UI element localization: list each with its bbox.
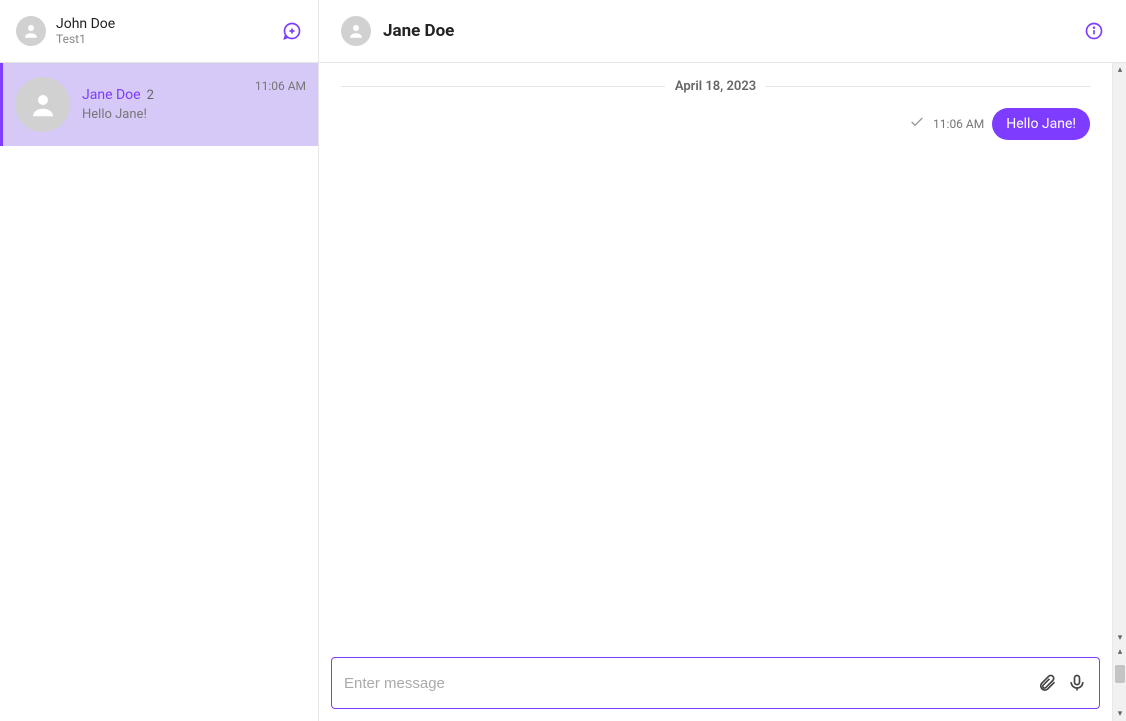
person-icon: [28, 90, 58, 120]
chat-header: Jane Doe: [319, 0, 1126, 63]
scroll-up-arrow[interactable]: ▴: [1113, 63, 1126, 77]
conversation-preview: Hello Jane!: [82, 107, 255, 122]
sidebar: John Doe Test1 Jane Doe 2 Hello Jane!: [0, 0, 319, 721]
new-chat-icon: [282, 21, 302, 41]
conversation-list[interactable]: Jane Doe 2 Hello Jane! 11:06 AM: [0, 63, 318, 721]
person-icon: [347, 22, 365, 40]
scroll-down-arrow[interactable]: ▾: [1113, 631, 1126, 645]
scroll-up-arrow[interactable]: ▴: [1113, 645, 1126, 659]
conversation-body: Jane Doe 2 Hello Jane!: [82, 87, 255, 122]
messages-area[interactable]: April 18, 2023 11:06 AM Hello Jane!: [319, 63, 1112, 645]
message-input[interactable]: [344, 675, 1027, 692]
conversation-item[interactable]: Jane Doe 2 Hello Jane! 11:06 AM: [0, 63, 318, 146]
attach-button[interactable]: [1037, 673, 1057, 693]
date-divider: April 18, 2023: [341, 79, 1090, 94]
message-time: 11:06 AM: [933, 117, 984, 131]
sidebar-header: John Doe Test1: [0, 0, 318, 63]
chat-avatar[interactable]: [341, 16, 371, 46]
composer: [319, 645, 1112, 721]
conversation-time: 11:06 AM: [255, 79, 306, 93]
conversation-avatar: [15, 77, 70, 132]
messages-scrollbar[interactable]: ▴ ▾: [1112, 63, 1126, 645]
info-icon: [1084, 21, 1104, 41]
mic-button[interactable]: [1067, 673, 1087, 693]
person-icon: [22, 22, 40, 40]
info-button[interactable]: [1084, 21, 1104, 41]
user-avatar[interactable]: [16, 16, 46, 46]
message-row: 11:06 AM Hello Jane!: [341, 108, 1090, 140]
composer-scrollbar[interactable]: ▴ ▾: [1112, 645, 1126, 721]
conversation-unread-count: 2: [147, 88, 154, 103]
mic-icon: [1067, 673, 1087, 693]
sidebar-user-name: John Doe: [56, 16, 282, 32]
message-bubble[interactable]: Hello Jane!: [992, 108, 1090, 140]
sidebar-org-name: Test1: [56, 32, 282, 46]
conversation-name: Jane Doe: [82, 87, 141, 103]
read-receipt-icon: [909, 114, 925, 134]
composer-box[interactable]: [331, 657, 1100, 709]
sidebar-user-info: John Doe Test1: [56, 16, 282, 46]
chat-title: Jane Doe: [383, 21, 1084, 41]
new-chat-button[interactable]: [282, 21, 302, 41]
scrollbar-thumb[interactable]: [1115, 665, 1125, 683]
date-divider-label: April 18, 2023: [665, 79, 766, 94]
chat-pane: Jane Doe April 18, 2023 11:06 AM Hello J…: [319, 0, 1126, 721]
scroll-down-arrow[interactable]: ▾: [1113, 707, 1126, 721]
paperclip-icon: [1037, 673, 1057, 693]
